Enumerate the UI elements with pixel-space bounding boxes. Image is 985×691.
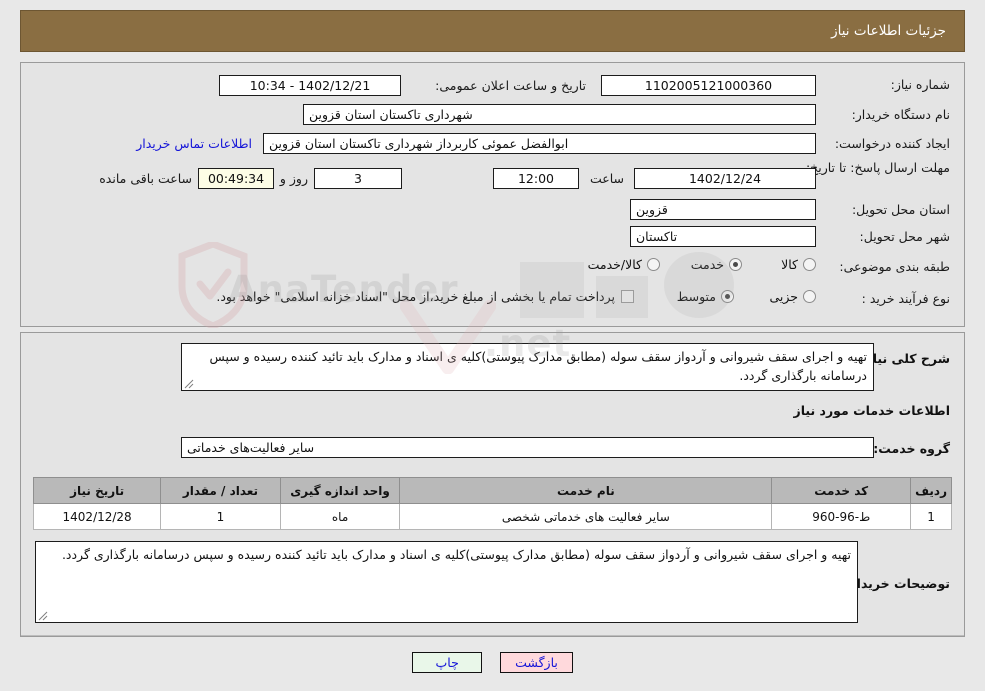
city-label: شهر محل تحویل:	[859, 229, 950, 244]
col-unit: واحد اندازه گیری	[279, 477, 401, 504]
deadline-date-field[interactable]: 1402/12/24	[634, 168, 816, 189]
process-option-motavaset[interactable]: متوسط	[677, 289, 734, 304]
remaining-days-label: روز و	[279, 171, 308, 186]
remaining-time-label: ساعت باقی مانده	[99, 171, 192, 186]
need-number-field[interactable]: 1102005121000360	[601, 75, 816, 96]
page-header: جزئیات اطلاعات نیاز	[20, 10, 965, 52]
page-title: جزئیات اطلاعات نیاز	[831, 23, 946, 39]
category-option-kala-khedmat-label: کالا/خدمت	[587, 257, 642, 272]
province-label: استان محل تحویل:	[851, 202, 950, 217]
section-divider	[21, 635, 964, 636]
buyer-notes-text: تهیه و اجرای سقف شیروانی و آردواز سقف سو…	[61, 547, 851, 562]
remaining-days-field[interactable]: 3	[314, 168, 402, 189]
buyer-org-field[interactable]: شهرداری تاکستان استان قزوین	[303, 104, 816, 125]
announce-date-field[interactable]: 1402/12/21 - 10:34	[219, 75, 401, 96]
cell-name: سایر فعالیت های خدماتی شخصی	[399, 503, 773, 530]
table-row[interactable]: 1 ط-96-960 سایر فعالیت های خدماتی شخصی م…	[32, 503, 952, 530]
process-option-jozii[interactable]: جزیی	[769, 289, 816, 304]
process-option-motavaset-label: متوسط	[676, 289, 716, 304]
service-details-panel: شرح کلی نیاز: تهیه و اجرای سقف شیروانی و…	[20, 332, 965, 637]
treasury-note-text: پرداخت تمام یا بخشی از مبلغ خرید،از محل …	[216, 289, 615, 304]
cell-unit: ماه	[279, 503, 401, 530]
resize-grip-icon-2[interactable]	[38, 611, 48, 621]
service-group-field[interactable]: سایر فعالیت‌های خدماتی	[181, 437, 874, 458]
buyer-contact-link[interactable]: اطلاعات تماس خریدار	[136, 136, 252, 151]
buyer-notes-label: توضیحات خریدار:	[844, 576, 950, 591]
cell-quantity: 1	[160, 503, 281, 530]
general-desc-text: تهیه و اجرای سقف شیروانی و آردواز سقف سو…	[209, 349, 867, 384]
service-group-label: گروه خدمت:	[873, 441, 950, 456]
col-code: کد خدمت	[771, 477, 912, 504]
col-name: نام خدمت	[399, 477, 773, 504]
radio-motavaset-icon[interactable]	[721, 290, 734, 303]
deadline-label: مهلت ارسال پاسخ: تا تاریخ:	[805, 160, 950, 175]
city-field[interactable]: تاکستان	[630, 226, 816, 247]
col-need-date: تاریخ نیاز	[32, 477, 162, 504]
requester-label: ایجاد کننده درخواست:	[834, 136, 950, 151]
radio-kala-khedmat-icon[interactable]	[647, 258, 660, 271]
category-label: طبقه بندی موضوعی:	[839, 259, 950, 274]
need-info-panel: شماره نیاز: 1102005121000360 تاریخ و ساع…	[20, 62, 965, 327]
buyer-notes-textarea[interactable]: تهیه و اجرای سقف شیروانی و آردواز سقف سو…	[35, 541, 858, 623]
process-type-label: نوع فرآیند خرید :	[861, 291, 950, 306]
category-option-kala-khedmat[interactable]: کالا/خدمت	[588, 257, 660, 272]
radio-jozii-icon[interactable]	[803, 290, 816, 303]
general-desc-textarea[interactable]: تهیه و اجرای سقف شیروانی و آردواز سقف سو…	[181, 343, 874, 391]
resize-grip-icon[interactable]	[184, 379, 194, 389]
back-button[interactable]: بازگشت	[500, 651, 573, 673]
category-option-khedmat-label: خدمت	[690, 257, 724, 272]
need-number-label: شماره نیاز:	[890, 77, 950, 92]
cell-need-date: 1402/12/28	[32, 503, 162, 530]
treasury-note-group: پرداخت تمام یا بخشی از مبلغ خرید،از محل …	[216, 289, 634, 304]
province-field[interactable]: قزوین	[630, 199, 816, 220]
requester-field[interactable]: ابوالفضل عموئی کاربرداز شهرداری تاکستان …	[263, 133, 816, 154]
service-items-table: ردیف کد خدمت نام خدمت واحد اندازه گیری ت…	[32, 477, 952, 530]
col-quantity: تعداد / مقدار	[160, 477, 281, 504]
category-option-khedmat[interactable]: خدمت	[691, 257, 742, 272]
col-index: ردیف	[910, 477, 952, 504]
need-number-row: شماره نیاز:	[830, 77, 950, 92]
category-option-kala[interactable]: کالا	[781, 257, 816, 272]
deadline-hour-field[interactable]: 12:00	[493, 168, 579, 189]
deadline-hour-label: ساعت	[589, 171, 624, 186]
cell-code: ط-96-960	[771, 503, 912, 530]
table-header-row: ردیف کد خدمت نام خدمت واحد اندازه گیری ت…	[32, 477, 952, 504]
radio-khedmat-icon[interactable]	[729, 258, 742, 271]
cell-index: 1	[910, 503, 952, 530]
buyer-org-label: نام دستگاه خریدار:	[851, 107, 950, 122]
footer-actions: بازگشت چاپ	[20, 640, 965, 684]
services-heading: اطلاعات خدمات مورد نیاز	[793, 403, 951, 418]
process-option-jozii-label: جزیی	[769, 289, 798, 304]
announce-date-label: تاریخ و ساعت اعلان عمومی:	[435, 78, 586, 93]
category-option-kala-label: کالا	[781, 257, 798, 272]
remaining-time-field[interactable]: 00:49:34	[198, 168, 274, 189]
radio-kala-icon[interactable]	[803, 258, 816, 271]
print-button[interactable]: چاپ	[412, 651, 483, 673]
treasury-checkbox[interactable]	[621, 290, 634, 303]
